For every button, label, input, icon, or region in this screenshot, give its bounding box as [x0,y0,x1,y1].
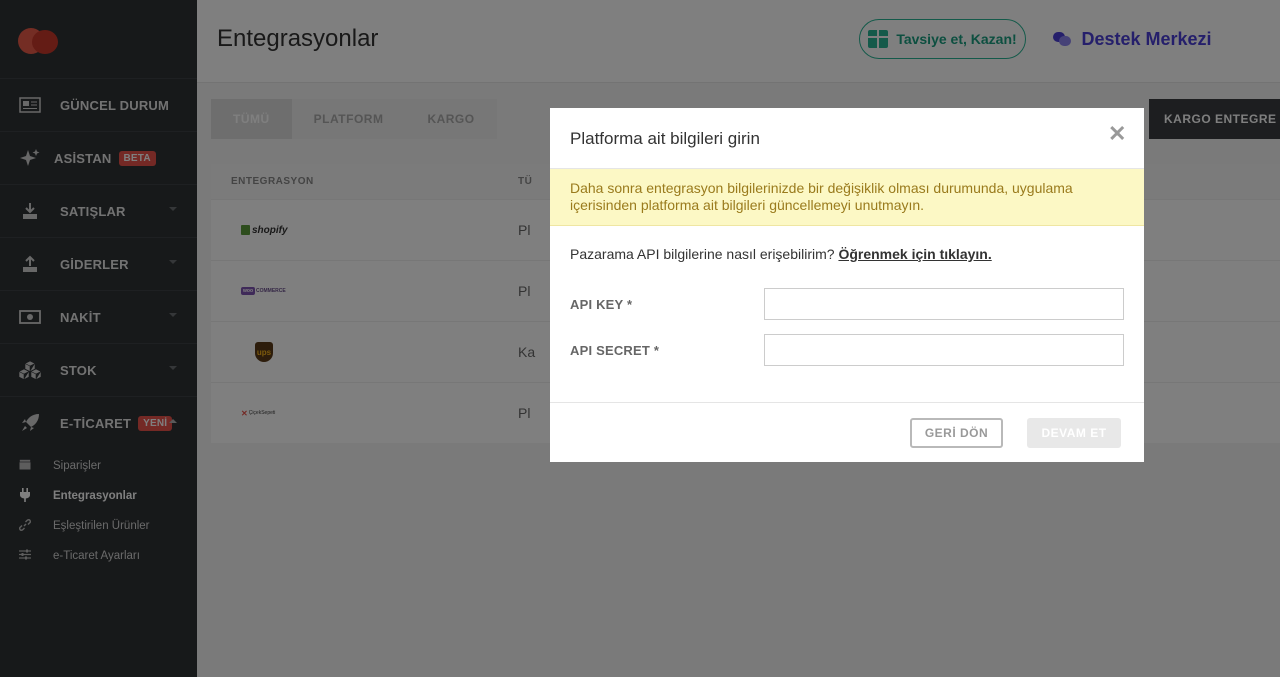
modal-header: Platforma ait bilgileri girin ✕ [550,108,1144,169]
modal-footer: GERİ DÖN DEVAM ET [550,403,1144,461]
close-icon[interactable]: ✕ [1108,123,1126,145]
api-secret-input[interactable] [763,334,1124,366]
api-key-row: API KEY * [570,288,1124,320]
api-key-label: API KEY * [570,296,633,312]
api-secret-label: API SECRET * [570,342,660,358]
learn-more-link[interactable]: Öğrenmek için tıklayın. [838,246,991,262]
modal-title: Platforma ait bilgileri girin [570,129,760,148]
continue-button[interactable]: DEVAM ET [1027,418,1121,448]
warning-alert: Daha sonra entegrasyon bilgilerinizde bi… [550,169,1144,226]
api-info-text: Pazarama API bilgilerine nasıl erişebili… [570,246,992,262]
back-button[interactable]: GERİ DÖN [910,418,1003,448]
modal-body: Pazarama API bilgilerine nasıl erişebili… [550,226,1144,403]
platform-credentials-modal: Platforma ait bilgileri girin ✕ Daha son… [550,108,1144,462]
api-secret-row: API SECRET * [570,334,1124,366]
api-key-input[interactable] [763,288,1124,320]
